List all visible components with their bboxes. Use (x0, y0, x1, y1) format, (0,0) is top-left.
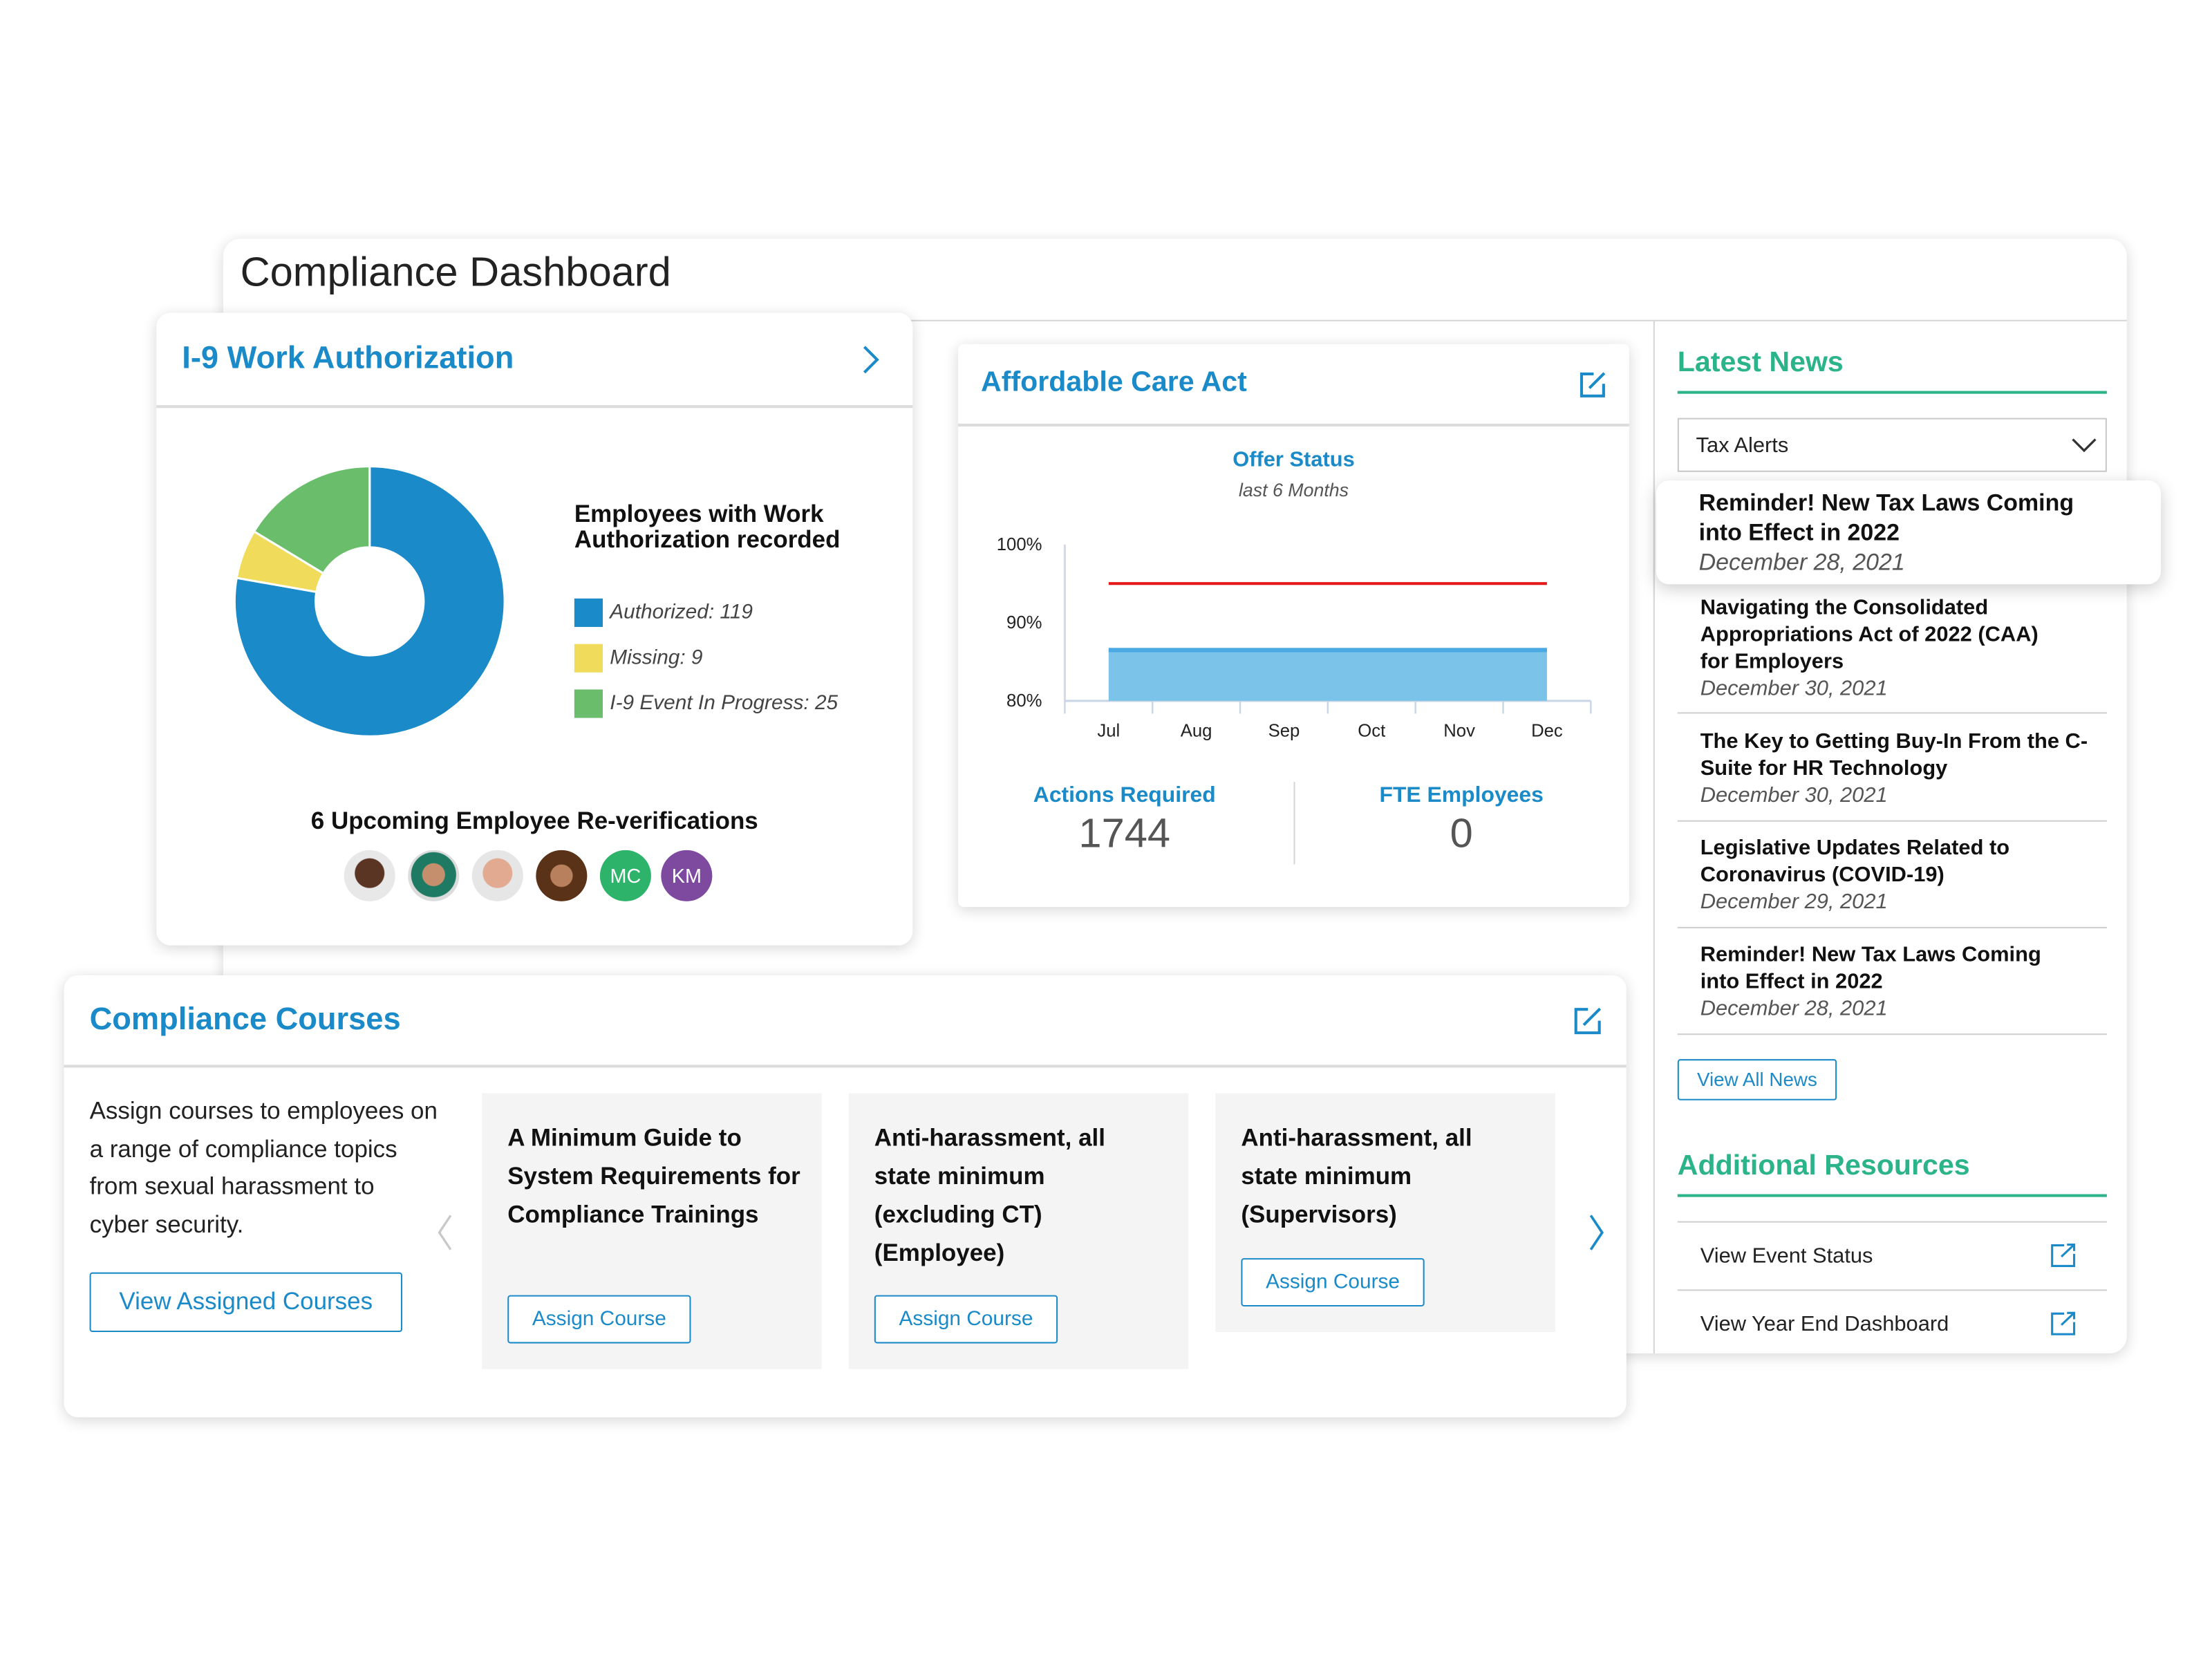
y-tick-label: 100% (997, 535, 1042, 554)
news-item-date: December 28, 2021 (1700, 996, 1888, 1021)
y-tick-label: 80% (1006, 691, 1042, 711)
external-edit-icon[interactable] (1580, 371, 1606, 398)
latest-news-underline (1677, 391, 2107, 394)
avatar[interactable] (344, 850, 395, 901)
legend-swatch-missing (574, 644, 603, 673)
courses-header-divider (64, 1065, 1627, 1068)
i9-title[interactable]: I-9 Work Authorization (182, 340, 514, 377)
avatar[interactable] (408, 850, 460, 901)
news-item-title[interactable]: Reminder! New Tax Laws Coming into Effec… (1699, 489, 2111, 548)
courses-description: Assign courses to employees on a range o… (89, 1097, 438, 1238)
course-card: A Minimum Guide to System Requirements f… (482, 1093, 822, 1369)
i9-header-divider (156, 405, 913, 409)
assign-course-button[interactable]: Assign Course (874, 1295, 1058, 1344)
y-tick-label: 90% (1006, 613, 1042, 632)
x-tick-label: Dec (1531, 721, 1563, 740)
resource-link-event-status[interactable]: View Event Status (1678, 1223, 2107, 1288)
news-divider (1677, 712, 2107, 714)
offer-status-title: Offer Status (1232, 447, 1355, 472)
latest-news-title: Latest News (1677, 346, 1844, 379)
legend-title: Employees with Work Authorization record… (574, 500, 841, 554)
external-edit-icon[interactable] (1574, 1006, 1602, 1035)
avatar[interactable]: MC (599, 850, 651, 901)
carousel-prev-icon[interactable] (436, 1214, 453, 1250)
news-item[interactable]: Navigating the Consolidated Appropriatio… (1700, 594, 2070, 702)
course-card: Anti-harassment, all state minimum (excl… (848, 1093, 1189, 1369)
x-tick-label: Oct (1358, 721, 1385, 740)
aca-header-divider (958, 423, 1629, 427)
fte-employees-value[interactable]: 0 (1320, 812, 1604, 859)
legend-swatch-in-progress (574, 689, 603, 718)
carousel-next-icon[interactable] (1588, 1214, 1605, 1250)
news-divider (1677, 926, 2107, 928)
legend-swatch-authorized (574, 598, 603, 627)
assign-course-button[interactable]: Assign Course (507, 1295, 691, 1344)
chevron-right-icon[interactable] (861, 344, 881, 375)
news-item-title[interactable]: Reminder! New Tax Laws Coming into Effec… (1700, 941, 2070, 995)
additional-resources-underline (1677, 1194, 2107, 1197)
avatar[interactable]: KM (661, 850, 713, 901)
x-tick-label: Aug (1181, 721, 1212, 740)
course-title: A Minimum Guide to System Requirements f… (507, 1124, 800, 1228)
compliance-courses-card: Compliance Courses Assign courses to emp… (64, 975, 1627, 1418)
offer-status-subtitle: last 6 Months (1238, 479, 1349, 500)
offer-status-chart: 100% 90% 80% Jul Aug Sep Oct Nov Dec (997, 535, 1592, 740)
view-all-news-button[interactable]: View All News (1677, 1059, 1837, 1100)
legend-in-progress: I-9 Event In Progress: 25 (610, 692, 838, 715)
x-tick-label: Jul (1097, 721, 1120, 740)
page-title: Compliance Dashboard (240, 250, 671, 296)
legend-missing: Missing: 9 (610, 646, 703, 670)
offer-status-area (1108, 650, 1547, 701)
work-authorization-donut-chart (233, 465, 506, 738)
column-divider (1653, 321, 1655, 1353)
external-link-icon (2051, 1244, 2076, 1267)
resource-link-label: View Event Status (1700, 1244, 1873, 1268)
news-item-title[interactable]: Navigating the Consolidated Appropriatio… (1700, 594, 2070, 675)
additional-resources-title: Additional Resources (1677, 1150, 1970, 1182)
stats-divider (1293, 782, 1295, 865)
aca-title[interactable]: Affordable Care Act (981, 367, 1247, 400)
compliance-courses-title[interactable]: Compliance Courses (90, 1001, 401, 1038)
resource-link-label: View Year End Dashboard (1700, 1312, 1949, 1337)
legend-authorized: Authorized: 119 (610, 601, 753, 624)
news-divider (1677, 1033, 2107, 1035)
i9-card: I-9 Work Authorization Employees with Wo… (156, 312, 913, 946)
avatar[interactable] (471, 850, 523, 901)
reverifications-label[interactable]: 6 Upcoming Employee Re-verifications (156, 807, 912, 836)
news-divider (1677, 820, 2107, 822)
news-item-title[interactable]: The Key to Getting Buy-In From the C-Sui… (1700, 728, 2112, 782)
resource-link-year-end-dashboard[interactable]: View Year End Dashboard (1678, 1291, 2107, 1356)
news-item-title[interactable]: Legislative Updates Related to Coronavir… (1700, 834, 2056, 888)
fte-employees-label: FTE Employees (1379, 783, 1544, 808)
news-item[interactable]: Reminder! New Tax Laws Coming into Effec… (1700, 941, 2070, 1022)
x-tick-label: Nov (1443, 721, 1475, 740)
aca-card: Affordable Care Act Offer Status last 6 … (958, 344, 1629, 908)
news-filter-dropdown[interactable]: Tax Alerts (1677, 418, 2107, 472)
view-assigned-courses-button[interactable]: View Assigned Courses (89, 1272, 403, 1333)
news-item[interactable]: The Key to Getting Buy-In From the C-Sui… (1700, 728, 2112, 809)
avatar[interactable] (536, 850, 588, 901)
dashboard-stage: Compliance Dashboard Latest News Tax Ale… (0, 0, 2212, 1659)
actions-required-value[interactable]: 1744 (982, 812, 1266, 859)
course-card: Anti-harassment, all state minimum (Supe… (1215, 1093, 1555, 1333)
external-link-icon (2051, 1311, 2076, 1335)
course-title: Anti-harassment, all state minimum (excl… (874, 1124, 1106, 1267)
news-item[interactable]: Legislative Updates Related to Coronavir… (1700, 834, 2056, 915)
news-item-date: December 30, 2021 (1700, 676, 1888, 701)
actions-required-label: Actions Required (1033, 783, 1216, 808)
course-title: Anti-harassment, all state minimum (Supe… (1241, 1124, 1472, 1228)
news-item-date: December 30, 2021 (1700, 783, 1888, 808)
news-item-date: December 28, 2021 (1698, 550, 1905, 576)
chevron-down-icon (2072, 438, 2097, 453)
assign-course-button[interactable]: Assign Course (1241, 1258, 1425, 1307)
news-filter-value: Tax Alerts (1696, 433, 1789, 458)
x-tick-label: Sep (1268, 721, 1300, 740)
news-item[interactable]: Reminder! New Tax Laws Coming into Effec… (1699, 489, 2111, 579)
news-item-date: December 29, 2021 (1700, 890, 1888, 915)
